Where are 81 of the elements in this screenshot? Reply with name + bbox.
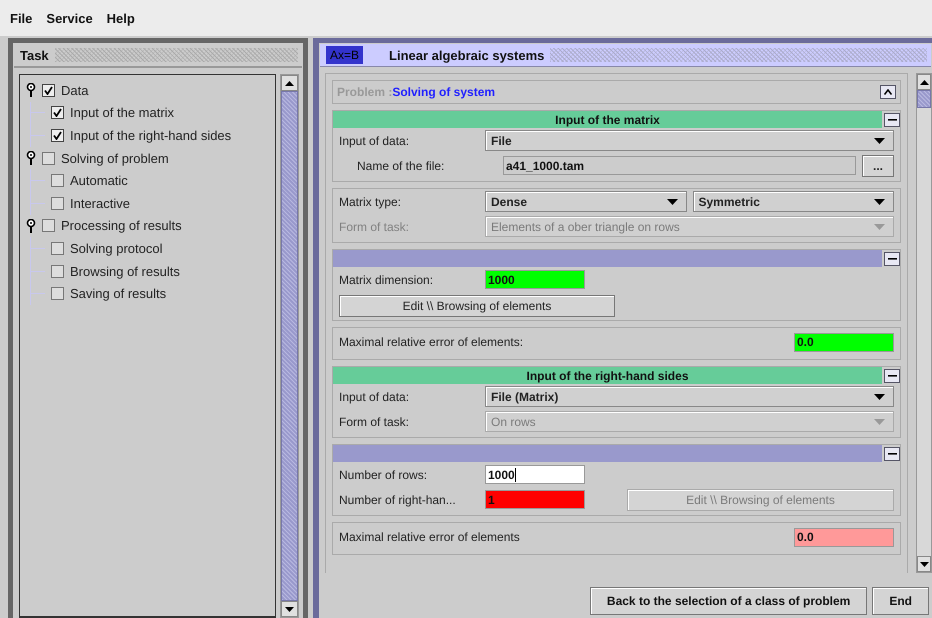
collapse-button[interactable] — [880, 85, 896, 99]
menu-item[interactable]: Help — [106, 10, 135, 26]
down-arrow-icon — [920, 562, 928, 566]
dropdown-arrow-icon — [666, 198, 678, 204]
field-label: Form of task: — [339, 414, 410, 430]
dropdown-arrow-icon — [874, 418, 885, 424]
up-arrow-icon — [920, 80, 928, 84]
action-button[interactable]: End — [872, 587, 929, 615]
dropdown[interactable]: File — [485, 130, 894, 151]
dropdown-arrow-icon — [874, 138, 885, 144]
input-field[interactable]: 1 — [485, 490, 585, 509]
scrollbar[interactable] — [916, 73, 932, 573]
tree-item-label[interactable]: Input of the matrix — [70, 105, 174, 120]
problem-value: Solving of system — [392, 85, 496, 99]
caret-up-icon — [884, 89, 892, 95]
check-icon — [53, 108, 62, 118]
field-label: Number of right-han... — [339, 492, 457, 508]
tree-item-label[interactable]: Interactive — [70, 196, 130, 211]
minus-icon — [888, 374, 896, 377]
input-field[interactable]: 1000 — [485, 270, 585, 289]
field-label: Matrix type: — [339, 194, 402, 210]
tree-item-label[interactable]: Processing of results — [61, 218, 182, 234]
check-icon — [44, 86, 53, 95]
field-label: Form of task: — [339, 218, 410, 234]
checkbox[interactable] — [51, 287, 64, 300]
minus-icon — [888, 257, 896, 260]
checkbox[interactable] — [51, 196, 64, 210]
dropdown-arrow-icon — [874, 224, 885, 230]
tree-item-label[interactable]: Solving protocol — [70, 240, 162, 256]
checkbox[interactable] — [51, 128, 64, 142]
collapse-button[interactable] — [884, 446, 900, 460]
tree-item-label[interactable]: Input of the right-hand sides — [70, 128, 232, 143]
checkbox[interactable] — [42, 219, 55, 232]
scroll-thumb[interactable] — [281, 91, 298, 601]
action-button[interactable]: Back to the selection of a class of problem — [590, 587, 868, 615]
checkbox[interactable] — [51, 242, 64, 255]
check-icon — [53, 130, 62, 140]
minus-icon — [888, 452, 896, 455]
menu-item[interactable]: Service — [46, 10, 93, 26]
field-label: Input of data: — [339, 132, 410, 148]
panel-title: Linear algebraic systems — [389, 48, 544, 62]
collapse-button[interactable] — [884, 252, 900, 266]
dropdown-arrow-icon — [874, 198, 885, 204]
checkbox[interactable] — [51, 174, 64, 188]
dropdown-arrow-icon — [874, 394, 885, 400]
field-label: Name of the file: — [357, 158, 446, 174]
tree-item-label[interactable]: Saving of results — [70, 286, 166, 302]
minus-icon — [888, 118, 896, 121]
panel-title: Task — [20, 48, 49, 62]
scroll-thumb[interactable] — [917, 90, 931, 108]
input-field[interactable]: 0.0 — [794, 528, 894, 546]
dropdown[interactable]: Dense — [485, 191, 686, 212]
field-label: Maximal relative error of elements: — [339, 334, 524, 350]
field-label: Matrix dimension: — [339, 272, 434, 288]
scrollbar[interactable] — [280, 74, 299, 618]
up-arrow-icon — [285, 80, 294, 86]
browse-button[interactable]: ... — [862, 154, 894, 176]
checkbox[interactable] — [51, 264, 64, 278]
tree-item-label[interactable]: Automatic — [70, 173, 128, 188]
menu-item[interactable]: File — [10, 10, 32, 26]
checkbox[interactable] — [42, 84, 55, 97]
tree-item-label[interactable]: Browsing of results — [70, 264, 180, 279]
input-field[interactable]: 0.0 — [794, 332, 894, 352]
checkbox[interactable] — [51, 106, 64, 120]
input-field[interactable]: a41_1000.tam — [503, 156, 856, 175]
down-arrow-icon — [285, 606, 294, 612]
tree-item-label[interactable]: Data — [61, 82, 88, 98]
checkbox[interactable] — [42, 152, 55, 165]
input-field[interactable]: 1000 — [485, 465, 585, 484]
field-label: Maximal relative error of elements — [339, 529, 520, 545]
tree-item-label[interactable]: Solving of problem — [61, 150, 169, 166]
app-badge: Ax=B — [326, 46, 364, 64]
dropdown[interactable]: Symmetric — [692, 191, 894, 212]
collapse-button[interactable] — [884, 368, 900, 382]
edit-button[interactable]: Edit \\ Browsing of elements — [339, 294, 615, 316]
collapse-button[interactable] — [884, 112, 900, 126]
field-label: Input of data: — [339, 388, 410, 404]
section-header: Input of the matrix — [333, 111, 882, 128]
field-label: Number of rows: — [339, 466, 428, 482]
section-header: Input of the right-hand sides — [333, 367, 882, 384]
dropdown[interactable]: File (Matrix) — [485, 386, 894, 407]
